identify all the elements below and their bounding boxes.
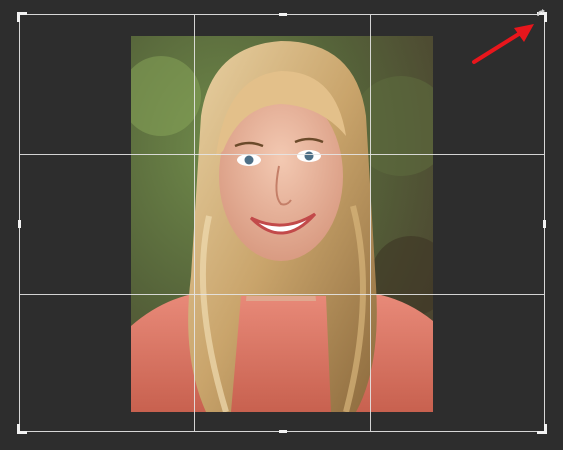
grid-line-vertical-2 bbox=[370, 15, 371, 431]
crop-handle-top-left[interactable] bbox=[17, 12, 27, 22]
grid-line-vertical-1 bbox=[194, 15, 195, 431]
crop-handle-bottom-left[interactable] bbox=[17, 424, 27, 434]
crop-handle-bottom-center[interactable] bbox=[279, 430, 287, 433]
grid-line-horizontal-2 bbox=[20, 294, 544, 295]
crop-box[interactable] bbox=[17, 12, 547, 434]
crop-handle-bottom-right[interactable] bbox=[537, 424, 547, 434]
crop-handle-middle-left[interactable] bbox=[18, 220, 21, 228]
grid-line-horizontal-1 bbox=[20, 154, 544, 155]
rotate-cursor-icon bbox=[537, 9, 545, 17]
annotation-arrow-icon bbox=[472, 24, 534, 64]
crop-handle-top-center[interactable] bbox=[279, 13, 287, 16]
canvas-workspace bbox=[0, 0, 563, 450]
crop-handle-middle-right[interactable] bbox=[543, 220, 546, 228]
